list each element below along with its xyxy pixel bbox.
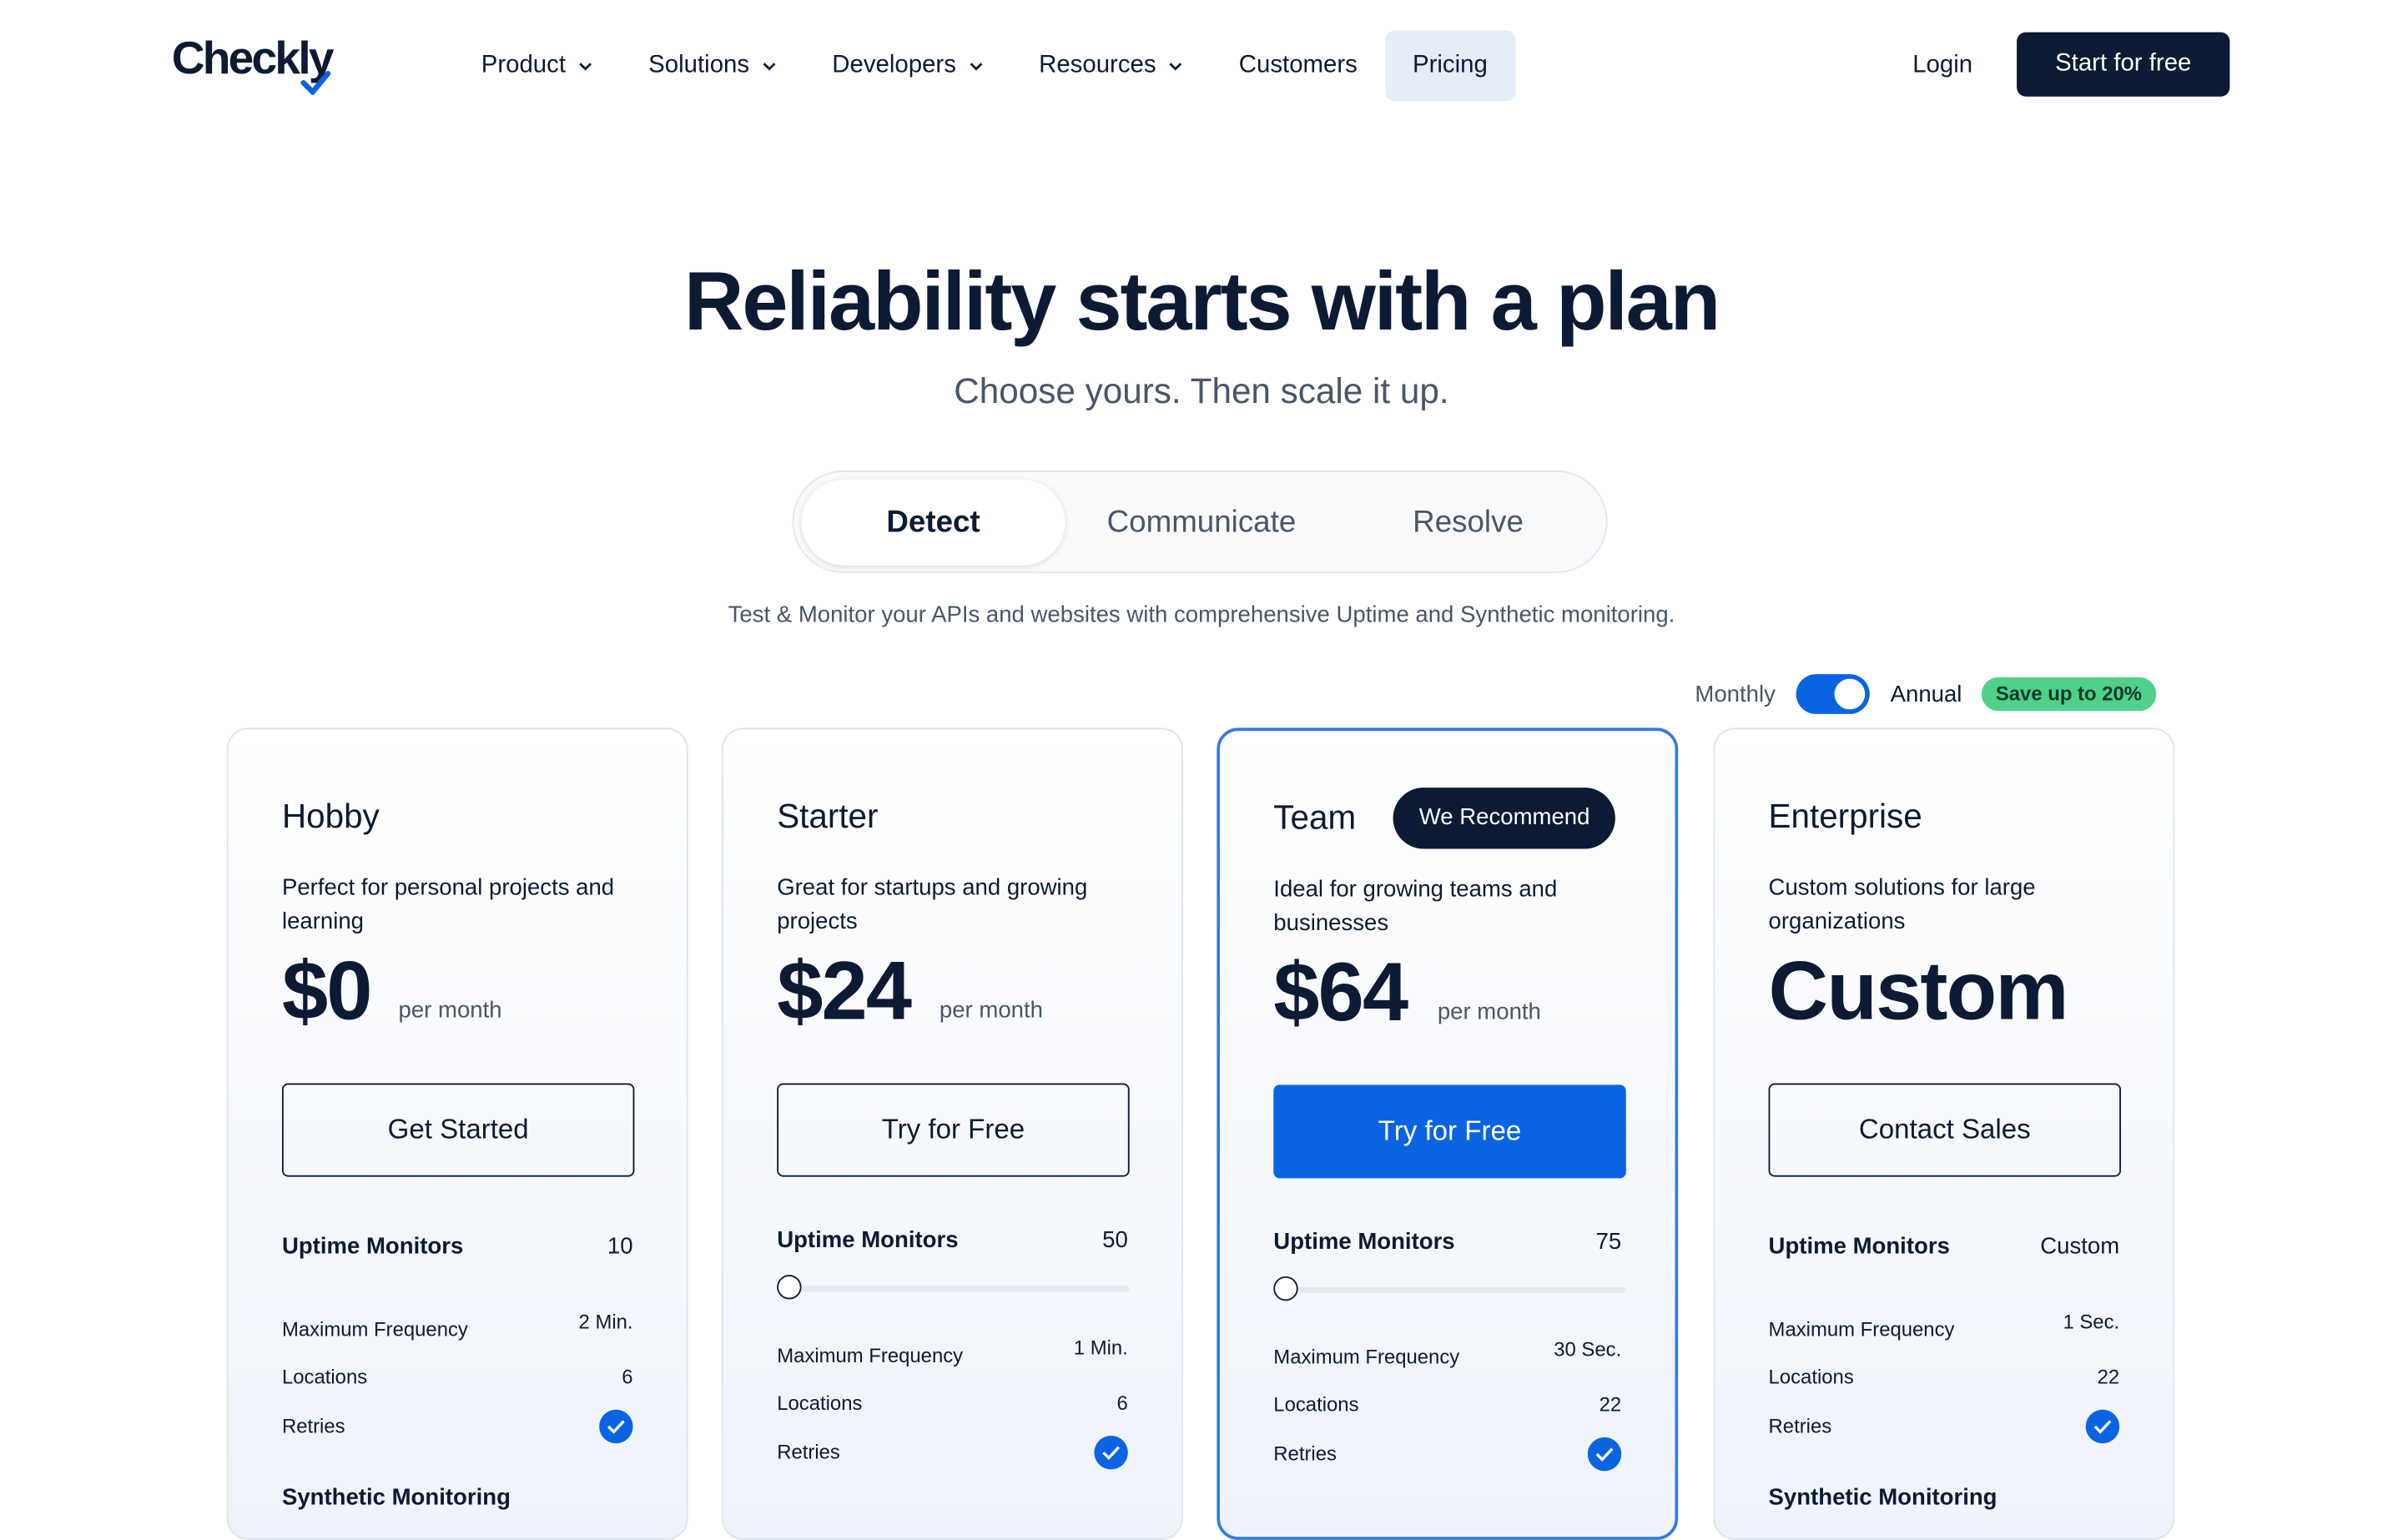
check-icon xyxy=(1587,1437,1622,1472)
max-frequency-label: Maximum Frequency xyxy=(1273,1345,1460,1369)
max-frequency-value: 1 Sec. xyxy=(2063,1310,2120,1333)
plan-description: Custom solutions for large organizations xyxy=(1768,874,2036,935)
plan-name: Hobby xyxy=(281,797,380,836)
main-nav: Product Solutions Developers Resources C… xyxy=(454,30,1515,102)
try-for-free-button[interactable]: Try for Free xyxy=(777,1083,1130,1177)
chevron-down-icon xyxy=(970,63,983,71)
billing-toggle-row: Monthly Annual Save up to 20% xyxy=(1695,674,2156,714)
retries-label: Retries xyxy=(1768,1414,1832,1437)
nav-solutions-label: Solutions xyxy=(648,52,750,78)
toggle-knob xyxy=(1833,678,1865,710)
checkly-logo[interactable]: Checkly xyxy=(172,33,335,95)
plan-price: $24 xyxy=(777,945,912,1038)
locations-value: 22 xyxy=(1599,1392,1622,1417)
chevron-down-icon xyxy=(763,63,776,71)
check-icon xyxy=(599,1409,633,1444)
retries-label: Retries xyxy=(777,1440,840,1464)
category-description: Test & Monitor your APIs and websites wi… xyxy=(728,601,1675,629)
uptime-monitors-value: 10 xyxy=(607,1233,633,1260)
slider-thumb[interactable] xyxy=(777,1275,802,1300)
plan-name: Starter xyxy=(777,797,879,836)
login-link[interactable]: Login xyxy=(1888,33,1997,96)
nav-resources[interactable]: Resources xyxy=(1011,31,1212,101)
uptime-monitors-slider[interactable] xyxy=(777,1275,1130,1300)
plan-card-enterprise: Enterprise Custom solutions for large or… xyxy=(1713,727,2175,1540)
max-frequency-value: 30 Sec. xyxy=(1554,1337,1622,1361)
nav-product[interactable]: Product xyxy=(454,31,621,101)
locations-label: Locations xyxy=(1768,1365,1854,1389)
uptime-monitors-label: Uptime Monitors xyxy=(777,1227,959,1254)
plan-card-hobby: Hobby Perfect for personal projects and … xyxy=(226,727,688,1540)
page-title: Reliability starts with a plan xyxy=(683,255,1720,348)
max-frequency-label: Maximum Frequency xyxy=(777,1343,964,1367)
tab-detect[interactable]: Detect xyxy=(801,479,1065,566)
plan-name: Enterprise xyxy=(1768,797,1922,836)
synthetic-monitoring-heading: Synthetic Monitoring xyxy=(281,1484,511,1511)
nav-customers[interactable]: Customers xyxy=(1212,31,1385,101)
retries-label: Retries xyxy=(1273,1442,1337,1465)
uptime-monitors-label: Uptime Monitors xyxy=(1273,1229,1455,1256)
plan-description: Ideal for growing teams and businesses xyxy=(1273,876,1558,937)
plan-card-team: Team We Recommend Ideal for growing team… xyxy=(1217,727,1679,1540)
nav-pricing-label: Pricing xyxy=(1412,52,1488,78)
get-started-button[interactable]: Get Started xyxy=(281,1083,635,1177)
max-frequency-value: 2 Min. xyxy=(578,1310,633,1333)
retries-label: Retries xyxy=(281,1414,345,1437)
start-for-free-button[interactable]: Start for free xyxy=(2017,32,2230,97)
locations-value: 6 xyxy=(622,1365,633,1389)
locations-value: 22 xyxy=(2097,1365,2120,1389)
nav-resources-label: Resources xyxy=(1039,52,1156,78)
locations-value: 6 xyxy=(1116,1391,1128,1415)
plan-description: Great for startups and growing projects xyxy=(777,874,1088,935)
billing-period-toggle[interactable] xyxy=(1795,674,1869,714)
locations-label: Locations xyxy=(1273,1392,1359,1417)
plan-card-starter: Starter Great for startups and growing p… xyxy=(722,727,1183,1540)
chevron-down-icon xyxy=(579,63,592,71)
uptime-monitors-label: Uptime Monitors xyxy=(1768,1233,1950,1260)
price-period: per month xyxy=(939,997,1043,1024)
nav-product-label: Product xyxy=(481,52,567,78)
nav-developers-label: Developers xyxy=(832,52,956,78)
plan-name: Team xyxy=(1273,798,1357,837)
tab-communicate[interactable]: Communicate xyxy=(1070,480,1333,566)
chevron-down-icon xyxy=(1170,63,1182,71)
slider-thumb[interactable] xyxy=(1273,1276,1298,1301)
locations-label: Locations xyxy=(281,1365,368,1389)
check-icon xyxy=(1094,1435,1128,1470)
contact-sales-button[interactable]: Contact Sales xyxy=(1768,1083,2121,1177)
uptime-monitors-value: Custom xyxy=(2040,1233,2120,1260)
plan-category-tabs: Detect Communicate Resolve xyxy=(792,470,1608,573)
plan-price: Custom xyxy=(1768,945,2069,1038)
price-period: per month xyxy=(398,997,502,1024)
try-for-free-button[interactable]: Try for Free xyxy=(1273,1085,1626,1179)
nav-pricing[interactable]: Pricing xyxy=(1384,30,1515,102)
plan-price: $64 xyxy=(1273,947,1408,1039)
uptime-monitors-value: 75 xyxy=(1595,1229,1622,1256)
tab-resolve[interactable]: Resolve xyxy=(1337,480,1600,566)
check-icon xyxy=(2085,1409,2120,1444)
save-badge: Save up to 20% xyxy=(1982,677,2156,712)
nav-developers[interactable]: Developers xyxy=(804,31,1011,101)
max-frequency-label: Maximum Frequency xyxy=(281,1317,468,1341)
max-frequency-label: Maximum Frequency xyxy=(1768,1317,1955,1341)
price-period: per month xyxy=(1437,999,1541,1025)
page-subtitle: Choose yours. Then scale it up. xyxy=(954,370,1449,411)
locations-label: Locations xyxy=(777,1391,863,1415)
uptime-monitors-slider[interactable] xyxy=(1273,1276,1626,1301)
monthly-label[interactable]: Monthly xyxy=(1695,681,1775,707)
max-frequency-value: 1 Min. xyxy=(1073,1336,1128,1360)
nav-solutions[interactable]: Solutions xyxy=(621,31,804,101)
nav-customers-label: Customers xyxy=(1238,52,1358,78)
plan-price: $0 xyxy=(281,945,373,1038)
logo-check-icon xyxy=(300,70,331,95)
synthetic-monitoring-heading: Synthetic Monitoring xyxy=(1768,1484,1997,1511)
annual-label[interactable]: Annual xyxy=(1891,681,1962,707)
uptime-monitors-label: Uptime Monitors xyxy=(281,1233,464,1260)
recommended-badge: We Recommend xyxy=(1393,788,1616,849)
uptime-monitors-value: 50 xyxy=(1102,1227,1128,1254)
plan-description: Perfect for personal projects and learni… xyxy=(281,874,615,935)
